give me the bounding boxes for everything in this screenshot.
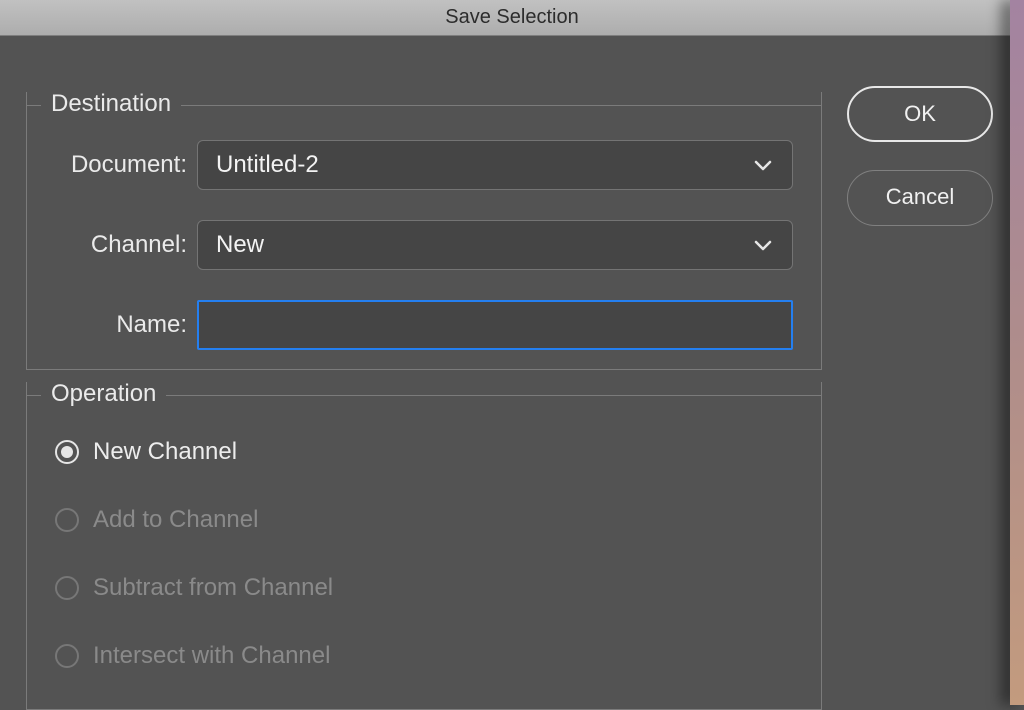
name-row: Name:	[27, 300, 821, 350]
radio-intersect-with-channel	[55, 644, 79, 668]
cancel-button[interactable]: Cancel	[847, 170, 993, 226]
radio-label: Intersect with Channel	[93, 642, 330, 670]
dialog-buttons: OK Cancel	[832, 86, 1008, 254]
name-input[interactable]	[197, 300, 793, 350]
fieldset-border-top: Destination	[27, 92, 821, 118]
destination-legend: Destination	[41, 90, 181, 118]
radio-row-new-channel[interactable]: New Channel	[55, 438, 237, 466]
radio-label: New Channel	[93, 438, 237, 466]
radio-new-channel[interactable]	[55, 440, 79, 464]
radio-row-add-to-channel: Add to Channel	[55, 506, 258, 534]
radio-row-intersect-with-channel: Intersect with Channel	[55, 642, 330, 670]
fieldset-border-top: Operation	[27, 382, 821, 408]
dialog-body: Destination Document: Untitled-2 Channel…	[0, 36, 1024, 705]
document-label: Document:	[27, 151, 197, 179]
chevron-down-icon	[754, 238, 772, 252]
channel-select[interactable]: New	[197, 220, 793, 270]
window-edge-decoration	[1010, 0, 1024, 705]
document-select-value: Untitled-2	[216, 151, 319, 178]
main-column: Destination Document: Untitled-2 Channel…	[18, 36, 824, 696]
radio-row-subtract-from-channel: Subtract from Channel	[55, 574, 333, 602]
operation-fieldset: Operation New Channel Add to Channel Sub…	[26, 382, 822, 710]
document-row: Document: Untitled-2	[27, 140, 821, 190]
name-label: Name:	[27, 311, 197, 339]
channel-label: Channel:	[27, 231, 197, 259]
ok-button[interactable]: OK	[847, 86, 993, 142]
radio-label: Add to Channel	[93, 506, 258, 534]
radio-subtract-from-channel	[55, 576, 79, 600]
radio-add-to-channel	[55, 508, 79, 532]
destination-fieldset: Destination Document: Untitled-2 Channel…	[26, 92, 822, 370]
chevron-down-icon	[754, 158, 772, 172]
dialog-title: Save Selection	[0, 0, 1024, 36]
channel-select-value: New	[216, 231, 264, 258]
operation-legend: Operation	[41, 380, 166, 408]
channel-row: Channel: New	[27, 220, 821, 270]
radio-label: Subtract from Channel	[93, 574, 333, 602]
document-select[interactable]: Untitled-2	[197, 140, 793, 190]
